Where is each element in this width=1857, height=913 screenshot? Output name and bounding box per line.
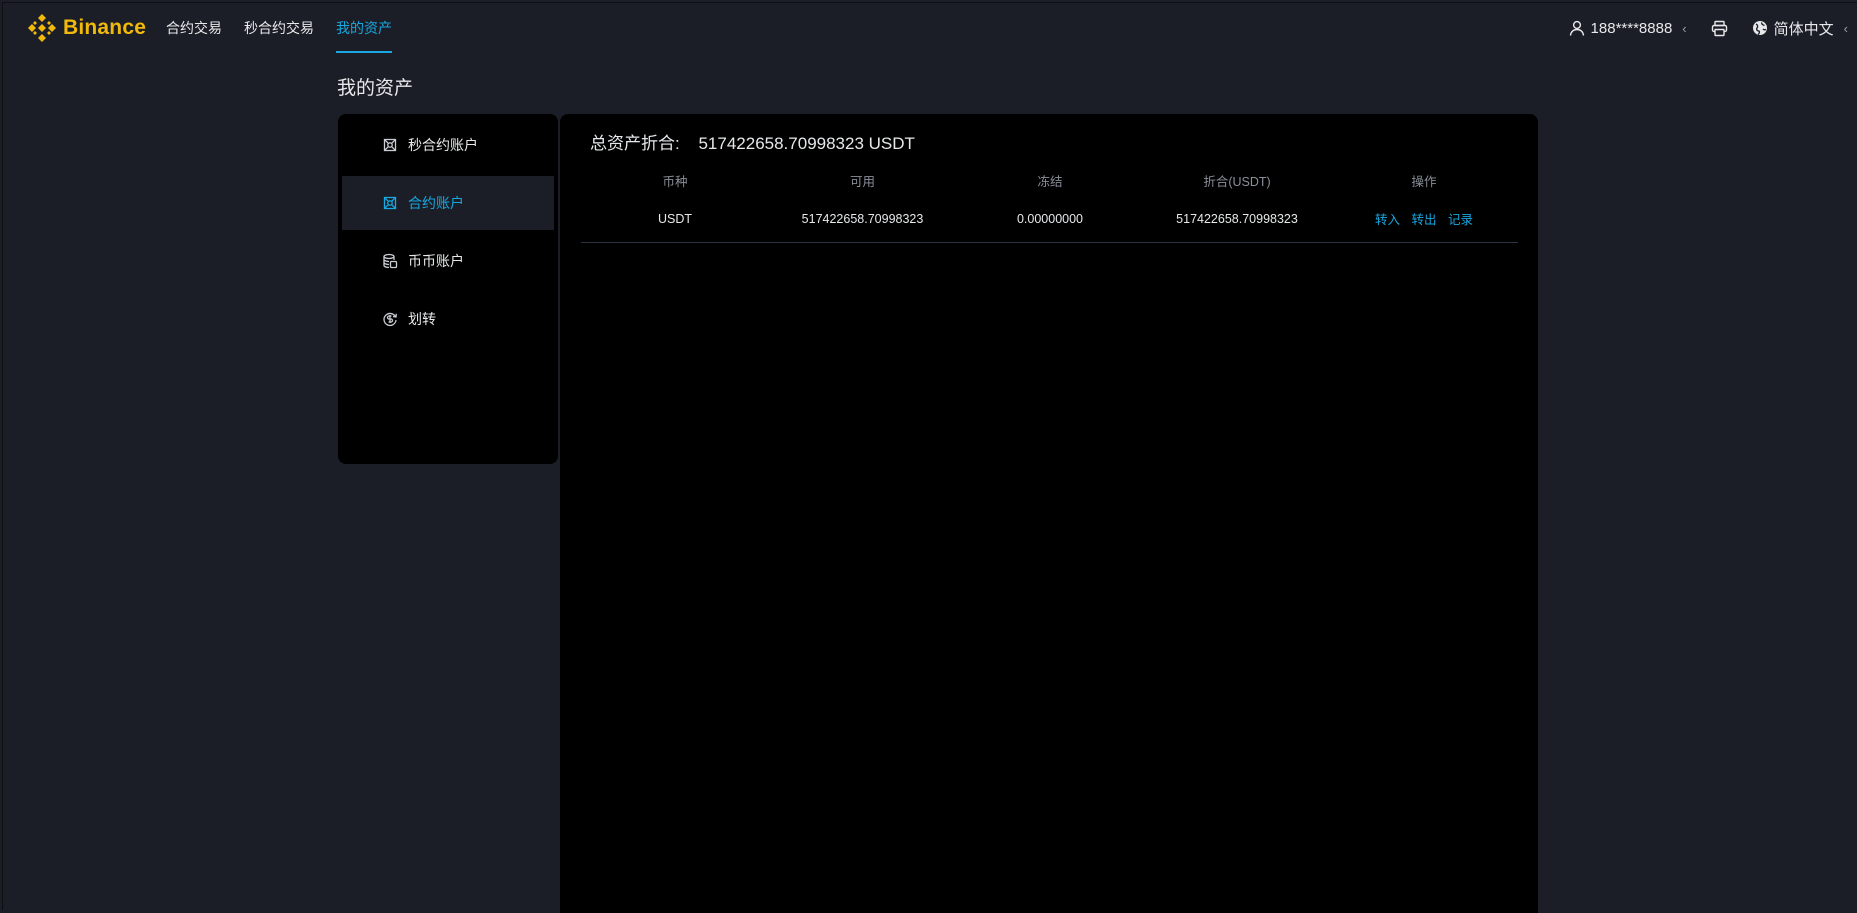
- sidebar-item-transfer[interactable]: 划转: [342, 292, 554, 346]
- main-nav: 合约交易 秒合约交易 我的资产: [166, 3, 392, 55]
- column-header-available: 可用: [769, 164, 956, 196]
- language-label: 简体中文: [1774, 18, 1834, 39]
- page-title: 我的资产: [337, 73, 413, 100]
- user-icon: [1569, 20, 1585, 36]
- cell-available: 517422658.70998323: [769, 196, 956, 242]
- sidebar-item-label: 币币账户: [408, 251, 464, 271]
- column-header-equivalent: 折合(USDT): [1144, 164, 1330, 196]
- transfer-out-link[interactable]: 转出: [1411, 213, 1436, 227]
- table-header-row: 币种 可用 冻结 折合(USDT) 操作: [581, 164, 1518, 196]
- column-header-actions: 操作: [1330, 164, 1518, 196]
- printer-icon: [1711, 20, 1728, 37]
- top-navigation-bar: Binance 合约交易 秒合约交易 我的资产 188****8888 ‹: [3, 3, 1857, 55]
- sidebar-item-label: 秒合约账户: [408, 135, 478, 155]
- nav-second-contract-trading[interactable]: 秒合约交易: [244, 3, 314, 53]
- records-link[interactable]: 记录: [1448, 213, 1473, 227]
- user-account-label: 188****8888: [1591, 20, 1673, 37]
- chevron-left-icon: ‹: [1844, 21, 1848, 36]
- transfer-icon: [382, 311, 398, 327]
- contract-icon: [382, 195, 398, 211]
- cell-currency: USDT: [581, 196, 769, 242]
- sidebar-item-second-contract-account[interactable]: 秒合约账户: [342, 118, 554, 172]
- sidebar-item-spot-account[interactable]: 币币账户: [342, 234, 554, 288]
- table-row: USDT 517422658.70998323 0.00000000 51742…: [581, 196, 1518, 242]
- sidebar-item-label: 合约账户: [408, 193, 464, 213]
- assets-table: 币种 可用 冻结 折合(USDT) 操作 USDT 517422658.7099…: [581, 164, 1518, 243]
- total-assets-label: 总资产折合:: [590, 134, 680, 153]
- sidebar-item-contract-account[interactable]: 合约账户: [342, 176, 554, 230]
- nav-my-assets[interactable]: 我的资产: [336, 3, 392, 53]
- cell-frozen: 0.00000000: [956, 196, 1144, 242]
- assets-panel: 总资产折合: 517422658.70998323 USDT 币种 可用 冻结 …: [560, 114, 1538, 913]
- cell-equivalent: 517422658.70998323: [1144, 196, 1330, 242]
- binance-logo-icon: [25, 11, 59, 45]
- contract-icon: [382, 137, 398, 153]
- total-assets-summary: 总资产折合: 517422658.70998323 USDT: [590, 129, 915, 154]
- total-assets-value: 517422658.70998323 USDT: [698, 134, 914, 153]
- brand-name: Binance: [63, 16, 146, 40]
- header-actions: 188****8888 ‹ 简体中文 ‹: [1569, 3, 1848, 53]
- user-menu[interactable]: 188****8888 ‹: [1569, 20, 1687, 37]
- globe-icon: [1752, 20, 1768, 36]
- app-frame: Binance 合约交易 秒合约交易 我的资产 188****8888 ‹: [2, 2, 1857, 910]
- brand-logo[interactable]: Binance: [25, 11, 146, 45]
- coins-icon: [382, 253, 398, 269]
- nav-contract-trading[interactable]: 合约交易: [166, 3, 222, 53]
- transfer-in-link[interactable]: 转入: [1375, 213, 1400, 227]
- cell-actions: 转入 转出 记录: [1330, 196, 1518, 242]
- chevron-left-icon: ‹: [1682, 21, 1686, 36]
- column-header-currency: 币种: [581, 164, 769, 196]
- print-button[interactable]: [1711, 20, 1728, 37]
- column-header-frozen: 冻结: [956, 164, 1144, 196]
- account-sidebar: 秒合约账户 合约账户 币币账户: [338, 114, 558, 464]
- language-selector[interactable]: 简体中文 ‹: [1752, 18, 1848, 39]
- sidebar-item-label: 划转: [408, 309, 436, 329]
